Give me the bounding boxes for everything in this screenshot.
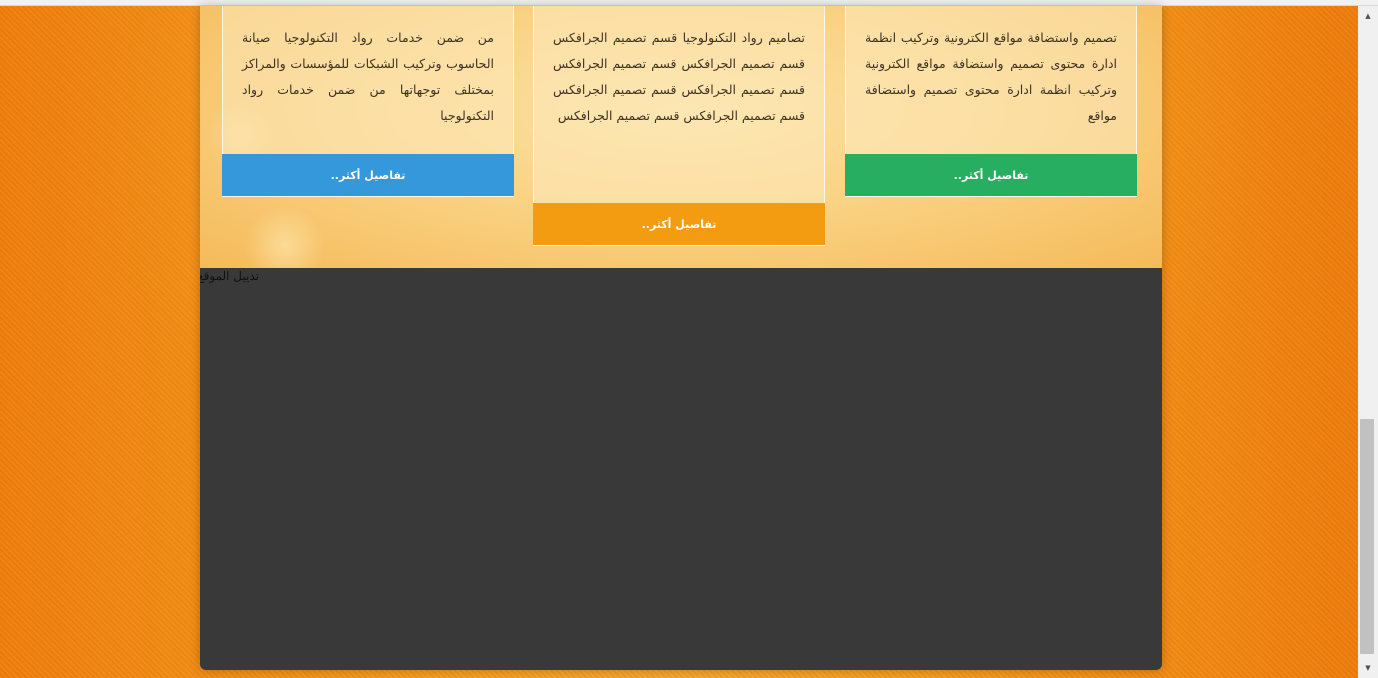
service-card-text: تصميم واستضافة مواقع الكترونية وتركيب ان…	[865, 30, 1117, 123]
vertical-scrollbar[interactable]: ▲ ▼	[1358, 6, 1378, 678]
scroll-down-arrow-icon[interactable]: ▼	[1358, 660, 1378, 676]
scroll-up-arrow-icon[interactable]: ▲	[1358, 8, 1378, 24]
service-card-maintenance: من ضمن خدمات رواد التكنولوجيا صيانة الحا…	[222, 6, 514, 197]
service-card-graphics: تصاميم رواد التكنولوجيا قسم تصميم الجراف…	[533, 6, 825, 246]
service-card-text: من ضمن خدمات رواد التكنولوجيا صيانة الحا…	[242, 30, 494, 123]
more-details-button[interactable]: تفاصيل أكثر..	[845, 154, 1137, 196]
more-details-button[interactable]: تفاصيل أكثر..	[533, 203, 825, 245]
more-details-button[interactable]: تفاصيل أكثر..	[222, 154, 514, 196]
footer-label: تذييل الموقع	[200, 269, 259, 283]
service-card-web: تصميم واستضافة مواقع الكترونية وتركيب ان…	[845, 6, 1137, 197]
service-card-text: تصاميم رواد التكنولوجيا قسم تصميم الجراف…	[553, 30, 805, 123]
services-section: تصميم واستضافة مواقع الكترونية وتركيب ان…	[200, 6, 1162, 268]
page-container: تصميم واستضافة مواقع الكترونية وتركيب ان…	[200, 6, 1162, 670]
site-footer	[200, 268, 1162, 670]
scrollbar-thumb[interactable]	[1360, 419, 1374, 654]
